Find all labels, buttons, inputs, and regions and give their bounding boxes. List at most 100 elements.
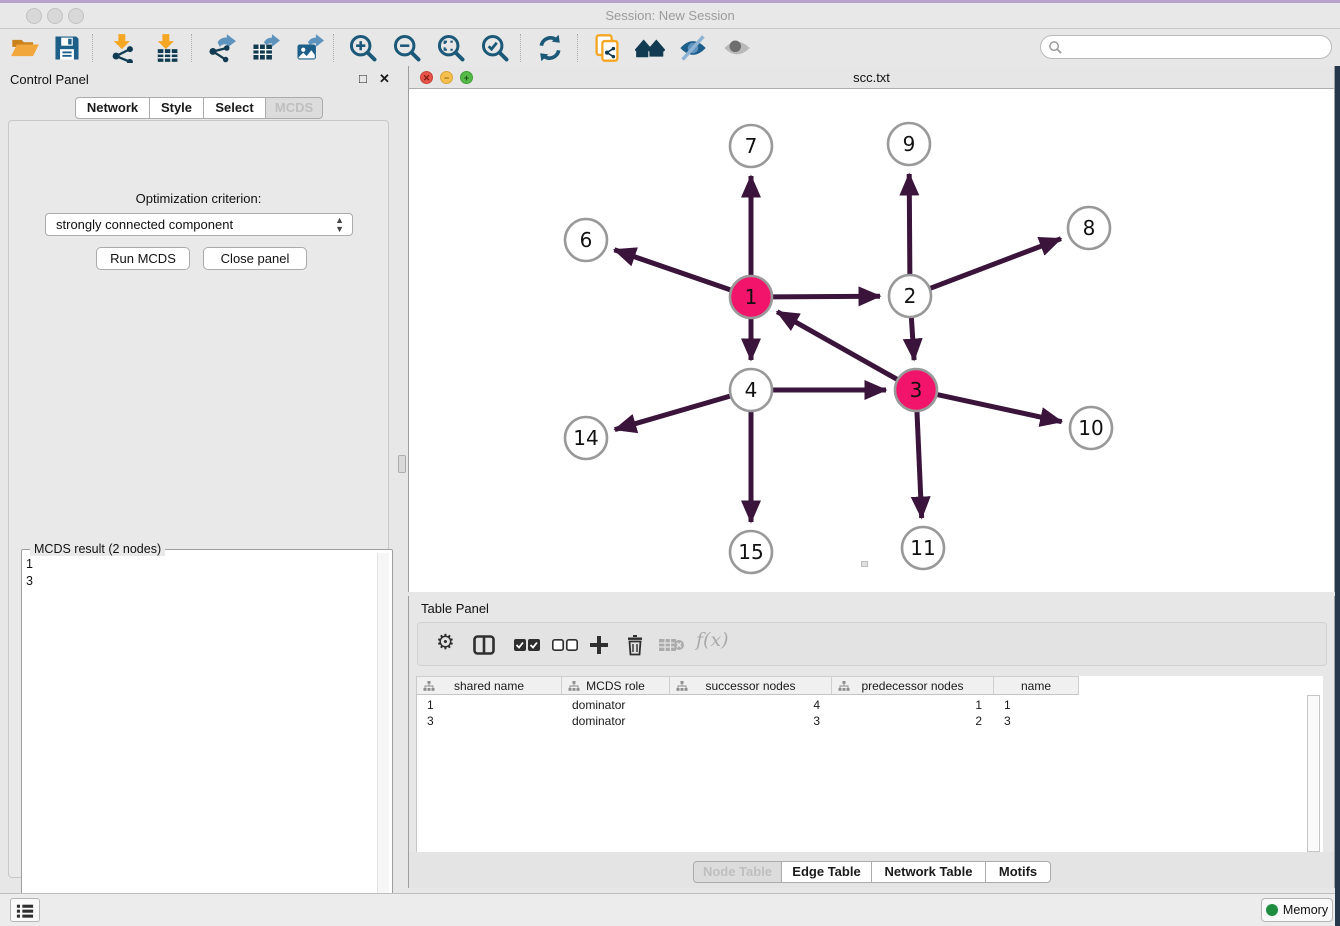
vertical-splitter[interactable] [397,66,408,888]
zoom-selected-icon[interactable] [480,33,510,63]
close-panel-icon[interactable]: ✕ [379,72,390,86]
function-builder-icon[interactable]: f(x) [696,629,729,653]
window-title: Session: New Session [0,8,1340,23]
settings-gear-icon[interactable]: ⚙ [436,631,455,655]
node-3[interactable]: 3 [895,369,937,411]
table-cell[interactable]: 4 [670,697,832,713]
column-header-label: MCDS role [586,679,645,693]
edge-1-6[interactable] [614,250,731,290]
run-mcds-button[interactable]: Run MCDS [96,247,190,270]
column-header-MCDS-role[interactable]: MCDS role [562,676,670,695]
float-panel-icon[interactable]: □ [359,72,367,86]
node-7[interactable]: 7 [730,125,772,167]
node-1[interactable]: 1 [730,276,772,318]
node-9[interactable]: 9 [888,123,930,165]
mcds-panel-body: Optimization criterion: strongly connect… [8,120,389,878]
desktop-edge [1335,66,1340,926]
column-header-label: successor nodes [705,679,795,693]
mcds-result-text[interactable]: 13 [26,556,33,590]
duplicate-network-view-icon[interactable] [592,33,622,63]
node-label: 7 [745,134,758,158]
network-resize-handle[interactable] [861,561,868,567]
search-input[interactable] [1040,35,1332,59]
memory-button[interactable]: Memory [1261,898,1333,922]
main-titlebar[interactable]: Session: New Session [0,3,1340,29]
edge-2-3[interactable] [911,317,914,360]
tab-edge-table[interactable]: Edge Table [781,861,871,883]
export-network-icon[interactable] [206,33,236,63]
list-icon [15,902,35,920]
tab-select[interactable]: Select [203,97,265,119]
optimization-criterion-dropdown[interactable]: strongly connected component ▲▼ [45,213,353,236]
tab-node-table[interactable]: Node Table [693,861,781,883]
add-column-icon[interactable] [588,633,610,657]
control-panel-title: Control Panel [10,72,89,87]
dropdown-stepper-icon: ▲▼ [335,216,344,234]
import-network-file-icon[interactable] [108,33,138,63]
node-14[interactable]: 14 [565,417,607,459]
edge-1-2[interactable] [772,296,880,297]
edge-3-1[interactable] [777,312,898,380]
save-session-icon[interactable] [52,33,82,63]
table-cell[interactable]: dominator [562,697,670,713]
show-all-icon[interactable] [722,33,752,63]
node-6[interactable]: 6 [565,219,607,261]
table-cell[interactable]: 1 [417,697,562,713]
tab-network-table[interactable]: Network Table [871,861,985,883]
export-image-icon[interactable] [294,33,324,63]
apply-preferred-layout-icon[interactable] [635,33,665,63]
edge-4-14[interactable] [615,396,731,430]
open-file-icon[interactable] [10,33,40,63]
toolbar-separator [577,34,578,62]
result-scrollbar[interactable] [377,553,389,921]
column-header-shared-name[interactable]: shared name [417,676,562,695]
table-tab-strip: Node TableEdge TableNetwork TableMotifs [409,852,1334,888]
column-header-successor-nodes[interactable]: successor nodes [670,676,832,695]
task-history-button[interactable] [10,898,40,922]
node-4[interactable]: 4 [730,369,772,411]
node-10[interactable]: 10 [1070,407,1112,449]
close-panel-button[interactable]: Close panel [203,247,307,270]
table-scrollbar[interactable] [1307,695,1320,852]
toolbar-separator [520,34,521,62]
node-label: 14 [573,426,598,450]
tab-motifs[interactable]: Motifs [985,861,1051,883]
select-all-checkboxes-icon[interactable] [513,633,541,657]
node-2[interactable]: 2 [889,275,931,317]
table-cell[interactable]: 2 [832,713,994,729]
hide-selected-icon[interactable] [678,33,708,63]
table-cell[interactable]: 1 [832,697,994,713]
zoom-fit-content-icon[interactable] [436,33,466,63]
network-graph-canvas[interactable]: 7 9 6 8 1 2 4 3 14 10 15 11 [409,89,1334,592]
table-cell[interactable]: 3 [417,713,562,729]
table-cell[interactable]: dominator [562,713,670,729]
tab-network[interactable]: Network [75,97,149,119]
node-15[interactable]: 15 [730,531,772,573]
node-11[interactable]: 11 [902,527,944,569]
refresh-view-icon[interactable] [535,33,565,63]
export-table-icon[interactable] [250,33,280,63]
table-cell[interactable]: 3 [670,713,832,729]
table-cell[interactable]: 1 [994,697,1079,713]
network-titlebar[interactable]: ✕ − + scc.txt [409,66,1334,89]
node-8[interactable]: 8 [1068,207,1110,249]
delete-columns-icon[interactable] [624,633,646,657]
edge-3-10[interactable] [937,394,1062,421]
splitter-handle[interactable] [398,455,406,473]
table-cell[interactable]: 3 [994,713,1079,729]
network-view-window: ✕ − + scc.txt 7 9 6 8 1 2 4 3 14 10 15 11 [408,66,1335,592]
delete-table-icon[interactable] [658,633,686,657]
tab-mcds[interactable]: MCDS [265,97,323,119]
edge-3-11[interactable] [917,411,922,518]
import-table-file-icon[interactable] [152,33,182,63]
toggle-column-view-icon[interactable] [473,633,495,657]
node-label: 6 [580,228,593,252]
zoom-in-icon[interactable] [348,33,378,63]
deselect-all-checkboxes-icon[interactable] [551,633,579,657]
edge-2-8[interactable] [930,239,1061,289]
zoom-out-icon[interactable] [392,33,422,63]
tab-style[interactable]: Style [149,97,203,119]
edge-2-9[interactable] [909,174,910,275]
column-header-name[interactable]: name [994,676,1079,695]
column-header-predecessor-nodes[interactable]: predecessor nodes [832,676,994,695]
